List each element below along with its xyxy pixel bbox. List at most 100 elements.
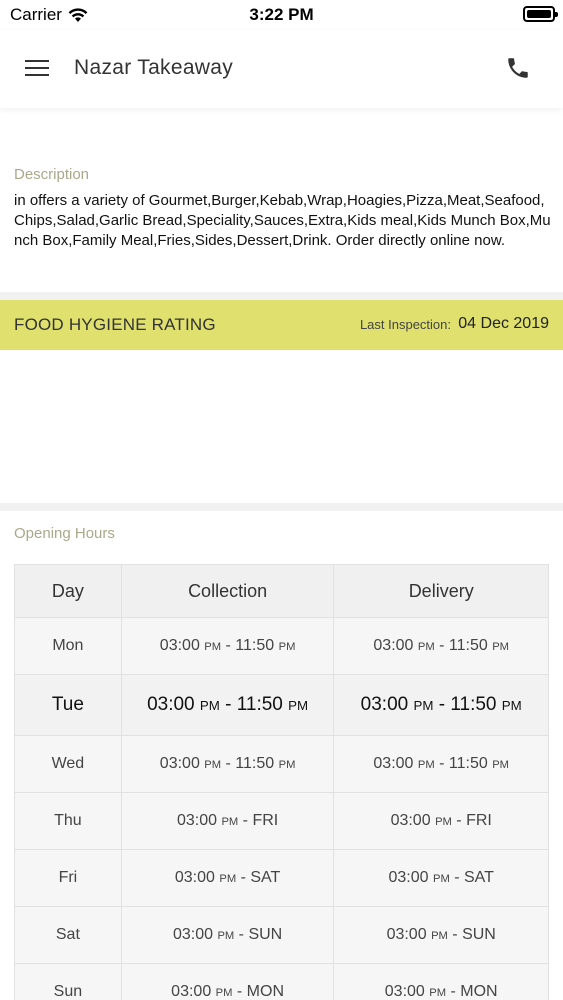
time-separator: - <box>221 755 236 772</box>
delivery-hours-cell: 03:00 PM - SUN <box>333 906 549 964</box>
time-value: FRI <box>466 812 492 829</box>
collection-hours-cell: 03:00 PM - 11:50 PM <box>120 674 335 736</box>
table-row: Wed 03:00 PM - 11:50 PM 03:00 PM - 11:50 P… <box>14 735 549 793</box>
time-value: 03:00 <box>373 755 414 772</box>
ampm-label: PM <box>219 873 237 885</box>
time-value: 03:00 <box>159 755 200 772</box>
delivery-hours-cell: 03:00 PM - FRI <box>333 792 549 850</box>
time-value: SUN <box>248 926 283 943</box>
day-cell: Sun <box>14 963 122 1000</box>
time-value: MON <box>246 983 284 1000</box>
ampm-label: PM <box>492 759 509 771</box>
phone-icon[interactable] <box>505 55 531 81</box>
delivery-hours-cell: 03:00 PM - SAT <box>333 849 549 907</box>
time-value: SAT <box>250 869 281 886</box>
time-value: 03:00 <box>147 694 195 715</box>
time-separator: - <box>234 926 249 943</box>
description-text: in offers a variety of Gourmet,Burger,Ke… <box>14 192 551 249</box>
time-value: 03:00 <box>373 637 414 654</box>
ampm-label: PM <box>432 873 450 885</box>
time-value: 11:50 <box>236 694 283 715</box>
section-divider <box>0 503 563 511</box>
time-separator: - <box>434 637 449 654</box>
time-value: 03:00 <box>172 926 213 943</box>
ampm-label: PM <box>288 698 309 713</box>
collection-hours-cell: 03:00 PM - 11:50 PM <box>120 617 335 675</box>
ampm-label: PM <box>417 641 435 653</box>
time-value: MON <box>460 983 498 1000</box>
header-delivery: Delivery <box>333 564 549 618</box>
ampm-label: PM <box>431 930 448 942</box>
table-row: Sat 03:00 PM - SUN 03:00 PM - SUN <box>14 906 549 964</box>
ampm-label: PM <box>215 987 233 999</box>
hygiene-title: FOOD HYGIENE RATING <box>14 315 216 334</box>
time-separator: - <box>447 926 463 943</box>
time-value: SAT <box>463 869 494 886</box>
ampm-label: PM <box>413 698 434 713</box>
ampm-label: PM <box>199 698 220 713</box>
collection-hours-cell: 03:00 PM - MON <box>120 963 335 1000</box>
time-value: 11:50 <box>235 637 275 654</box>
time-separator: - <box>433 694 451 715</box>
table-row: Tue 03:00 PM - 11:50 PM 03:00 PM - 11:50 P… <box>14 674 549 736</box>
day-cell: Thu <box>14 792 122 850</box>
time-value: 03:00 <box>390 812 431 829</box>
table-header-row: Day Collection Delivery <box>14 564 549 618</box>
ampm-label: PM <box>217 930 235 942</box>
time-value: SUN <box>462 926 496 943</box>
opening-hours-label: Opening Hours <box>14 525 115 542</box>
time-value: 03:00 <box>174 869 215 886</box>
status-time: 3:22 PM <box>249 5 314 24</box>
description-label: Description <box>14 166 90 183</box>
header-collection: Collection <box>120 564 335 618</box>
ampm-label: PM <box>429 987 447 999</box>
opening-hours-table: Day Collection Delivery Mon 03:00 PM - 11… <box>14 564 549 1000</box>
collection-hours-cell: 03:00 PM - SAT <box>120 849 335 907</box>
delivery-hours-cell: 03:00 PM - MON <box>333 963 549 1000</box>
table-row: Thu 03:00 PM - FRI 03:00 PM - FRI <box>14 792 549 850</box>
table-row: Mon 03:00 PM - 11:50 PM 03:00 PM - 11:50 P… <box>14 617 549 675</box>
ampm-label: PM <box>204 641 222 653</box>
time-separator: - <box>451 812 467 829</box>
time-value: 03:00 <box>176 812 217 829</box>
ampm-label: PM <box>204 759 222 771</box>
collection-hours-cell: 03:00 PM - FRI <box>120 792 335 850</box>
time-value: 03:00 <box>360 694 409 715</box>
ampm-label: PM <box>221 816 239 828</box>
delivery-hours-cell: 03:00 PM - 11:50 PM <box>333 674 549 736</box>
delivery-hours-cell: 03:00 PM - 11:50 PM <box>333 735 549 793</box>
inspection-date: 04 Dec 2019 <box>458 315 549 332</box>
table-row: Fri 03:00 PM - SAT 03:00 PM - SAT <box>14 849 549 907</box>
table-row: Sun 03:00 PM - MON 03:00 PM - MON <box>14 963 549 1000</box>
collection-hours-cell: 03:00 PM - 11:50 PM <box>120 735 335 793</box>
time-value: 11:50 <box>235 755 275 772</box>
day-cell: Wed <box>14 735 122 793</box>
time-value: 03:00 <box>171 983 212 1000</box>
time-separator: - <box>219 694 237 715</box>
time-separator: - <box>449 869 464 886</box>
time-separator: - <box>238 812 253 829</box>
time-separator: - <box>232 983 247 1000</box>
section-divider <box>0 292 563 300</box>
ampm-label: PM <box>501 698 522 713</box>
time-value: 03:00 <box>388 869 429 886</box>
time-value: 03:00 <box>386 926 427 943</box>
day-cell: Tue <box>14 674 122 736</box>
app-header: Nazar Takeaway <box>0 30 563 108</box>
battery-icon <box>523 6 558 22</box>
food-hygiene-bar: FOOD HYGIENE RATING Last Inspection: 04 … <box>0 300 563 350</box>
inspection-label: Last Inspection: <box>359 317 451 332</box>
ampm-label: PM <box>278 641 296 653</box>
header-day: Day <box>14 564 122 618</box>
ampm-label: PM <box>278 759 296 771</box>
time-value: 11:50 <box>450 694 497 715</box>
status-bar: Carrier 3:22 PM <box>0 0 563 30</box>
time-value: 11:50 <box>448 755 488 772</box>
ampm-label: PM <box>417 759 435 771</box>
time-value: 03:00 <box>384 983 425 1000</box>
time-value: FRI <box>252 812 279 829</box>
collection-hours-cell: 03:00 PM - SUN <box>120 906 335 964</box>
hamburger-menu-icon[interactable] <box>25 60 49 78</box>
ampm-label: PM <box>492 641 509 653</box>
time-separator: - <box>446 983 461 1000</box>
